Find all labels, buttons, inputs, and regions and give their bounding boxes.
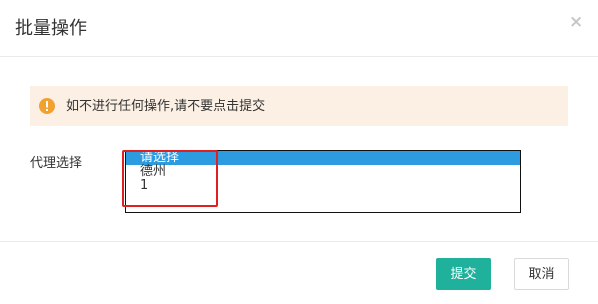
batch-operation-dialog: 批量操作 × 如不进行任何操作,请不要点击提交 代理选择 请选择 德州 1 提交…: [0, 0, 598, 304]
close-icon[interactable]: ×: [569, 12, 583, 32]
agent-option-dezhou[interactable]: 德州: [126, 165, 520, 179]
warning-alert: 如不进行任何操作,请不要点击提交: [30, 86, 568, 126]
agent-select-list[interactable]: 请选择 德州 1: [125, 150, 521, 213]
agent-option-1[interactable]: 1: [126, 179, 520, 193]
alert-message: 如不进行任何操作,请不要点击提交: [66, 99, 266, 114]
dialog-header: 批量操作 ×: [0, 0, 598, 57]
agent-select-label: 代理选择: [30, 156, 83, 171]
dialog-footer: 提交 取消: [0, 241, 598, 304]
submit-button[interactable]: 提交: [436, 258, 491, 290]
info-icon: [39, 98, 55, 114]
cancel-button[interactable]: 取消: [514, 258, 569, 290]
agent-option-placeholder[interactable]: 请选择: [126, 151, 520, 165]
dialog-title: 批量操作: [15, 18, 87, 39]
